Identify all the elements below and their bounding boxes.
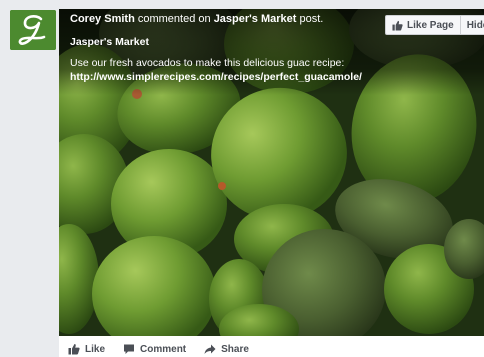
recipe-link[interactable]: http://www.simplerecipes.com/recipes/per… xyxy=(70,70,362,84)
hide-button[interactable]: Hide xyxy=(460,15,484,35)
like-label: Like xyxy=(85,343,106,355)
page-buttons: Like Page Hide xyxy=(385,15,484,35)
author-name[interactable]: Corey Smith xyxy=(70,13,135,25)
share-button[interactable]: Share xyxy=(204,343,249,355)
hide-label: Hide xyxy=(466,19,484,31)
thumbs-up-icon xyxy=(392,20,403,31)
post-body: Use our fresh avocados to make this deli… xyxy=(70,56,362,84)
action-text: commented on xyxy=(137,13,211,25)
post-message: Use our fresh avocados to make this deli… xyxy=(70,57,345,69)
script-g-logo-icon xyxy=(10,10,56,50)
post-card: Corey Smith commented on Jasper's Market… xyxy=(59,9,484,357)
share-label: Share xyxy=(221,343,249,355)
object-text: post. xyxy=(299,13,324,25)
like-icon xyxy=(68,344,80,355)
comment-label: Comment xyxy=(140,343,187,355)
post-actions: Like Comment Share xyxy=(68,341,267,357)
comment-icon xyxy=(124,344,135,354)
page-name[interactable]: Jasper's Market xyxy=(70,36,149,48)
page-avatar[interactable] xyxy=(10,10,56,50)
avocado-photo[interactable]: Corey Smith commented on Jasper's Market… xyxy=(59,9,484,336)
like-button[interactable]: Like xyxy=(68,343,105,355)
comment-button[interactable]: Comment xyxy=(123,343,186,355)
share-arrow-icon xyxy=(204,344,216,354)
page-link[interactable]: Jasper's Market xyxy=(214,13,297,25)
like-page-label: Like Page xyxy=(407,19,454,31)
like-page-button[interactable]: Like Page xyxy=(385,15,461,35)
post-headline: Corey Smith commented on Jasper's Market… xyxy=(70,13,323,25)
